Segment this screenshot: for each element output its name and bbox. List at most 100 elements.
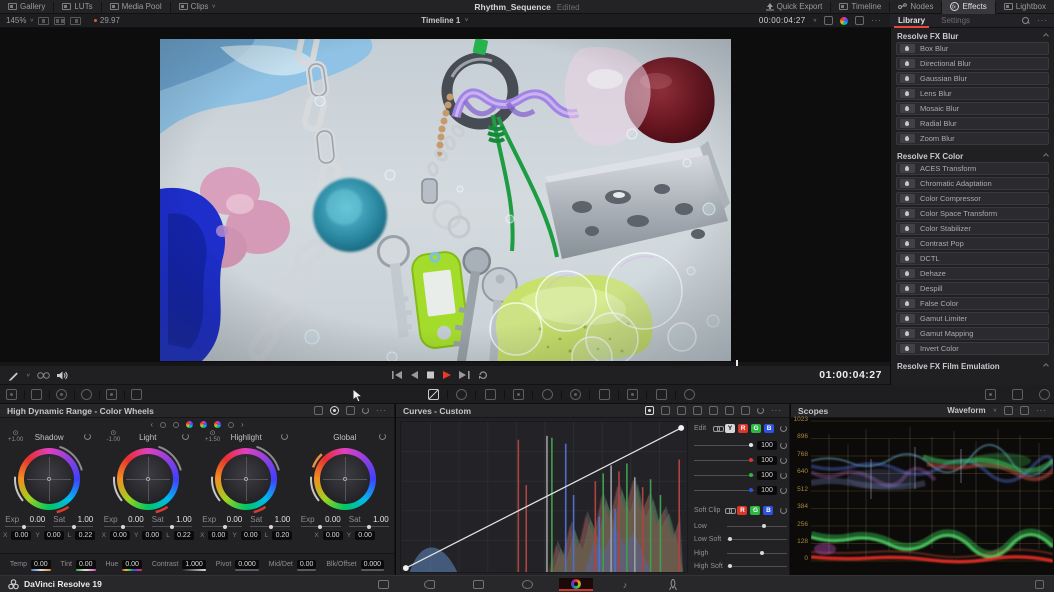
next-page-arrow[interactable]: › — [241, 420, 244, 429]
effect-item[interactable]: Chromatic Adaptation — [896, 177, 1049, 190]
exposure-mode-icon[interactable] — [330, 406, 339, 415]
prev-page-arrow[interactable]: ‹ — [150, 420, 153, 429]
reset-softclip-icon[interactable] — [780, 507, 787, 514]
viewer-zoom-select[interactable]: 145%∨ — [0, 14, 38, 28]
shadow-color-wheel[interactable] — [18, 448, 80, 510]
effect-item[interactable]: ACES Transform — [896, 162, 1049, 175]
channel-b-button[interactable]: B — [764, 424, 774, 433]
highlight-x-value[interactable]: 0.00 — [208, 531, 228, 540]
image-wipe-tool-icon[interactable] — [131, 389, 142, 400]
reset-wheel-icon[interactable] — [281, 433, 288, 440]
curve-editor-graph[interactable] — [400, 421, 688, 573]
effect-item[interactable]: Box Blur — [896, 42, 1049, 55]
nodes-panel-button[interactable]: Nodes — [890, 0, 941, 14]
reset-wheel-icon[interactable] — [182, 433, 189, 440]
reset-icon[interactable] — [780, 487, 787, 494]
contrast-control[interactable]: Contrast1.000 — [152, 559, 206, 571]
highlight-y-value[interactable]: 0.00 — [241, 531, 261, 540]
reset-wheel-icon[interactable] — [379, 433, 386, 440]
shadow-l-value[interactable]: 0.22 — [75, 531, 95, 540]
graph-view-icon[interactable] — [346, 406, 355, 415]
effect-item[interactable]: Lens Blur — [896, 87, 1049, 100]
low-soft-slider[interactable]: Low Soft — [694, 533, 787, 545]
light-exp-slider[interactable]: Exp0.00 — [104, 515, 144, 527]
page-fusion[interactable] — [510, 578, 544, 591]
mid-detail-control[interactable]: Mid/Det0.00 — [269, 559, 317, 571]
effect-item[interactable]: Color Space Transform — [896, 207, 1049, 220]
blue-gain-slider[interactable]: 100 — [694, 484, 787, 496]
softclip-b-button[interactable]: B — [763, 506, 773, 515]
reset-edit-icon[interactable] — [780, 425, 787, 432]
chevron-down-icon[interactable]: ∨ — [26, 372, 30, 378]
palette-blur-icon[interactable] — [599, 389, 610, 400]
effect-item[interactable]: Contrast Pop — [896, 237, 1049, 250]
global-y-value[interactable]: 0.00 — [355, 531, 375, 540]
light-color-wheel[interactable] — [117, 448, 179, 510]
fx-section-header-color[interactable]: Resolve FX Color — [891, 148, 1054, 162]
tab-settings[interactable]: Settings — [933, 14, 978, 28]
zoom-tool-icon[interactable] — [81, 389, 92, 400]
palette-stereo-icon[interactable] — [684, 389, 695, 400]
black-offset-control[interactable]: Blk/Offset0.000 — [326, 559, 384, 571]
library-options-menu[interactable]: ··· — [1037, 16, 1048, 25]
wipe-mode-single-icon[interactable] — [38, 17, 49, 25]
page-dot-wheels[interactable] — [214, 421, 221, 428]
page-deliver[interactable] — [656, 578, 690, 591]
effect-item[interactable]: Gamut Mapping — [896, 327, 1049, 340]
wipe-mode-box-icon[interactable] — [70, 17, 81, 25]
go-to-end-button[interactable] — [459, 371, 470, 379]
go-to-start-button[interactable] — [392, 371, 403, 379]
page-color[interactable] — [559, 578, 593, 591]
global-x-value[interactable]: 0.00 — [323, 531, 343, 540]
shadow-sat-slider[interactable]: Sat1.00 — [53, 515, 93, 527]
curve-sat-vs-sat-icon[interactable] — [725, 406, 734, 415]
temp-control[interactable]: Temp0.00 — [10, 559, 51, 571]
fx-section-header-film-emulation[interactable]: Resolve FX Film Emulation — [891, 358, 1054, 372]
channel-g-button[interactable]: G — [751, 424, 761, 433]
high-soft-slider[interactable]: High Soft — [694, 560, 787, 572]
global-color-wheel[interactable] — [314, 448, 376, 510]
curves-options-menu[interactable]: ··· — [771, 406, 782, 415]
scopes-panel-icon[interactable] — [1012, 389, 1023, 400]
curve-hue-vs-sat-icon[interactable] — [677, 406, 686, 415]
search-icon[interactable] — [1022, 17, 1030, 25]
viewer-timecode[interactable]: 00:00:04:27 — [759, 16, 806, 25]
annotation-pen-icon[interactable] — [8, 370, 19, 381]
effect-item[interactable]: Mosaic Blur — [896, 102, 1049, 115]
audio-mute-icon[interactable] — [57, 371, 68, 380]
page-fairlight[interactable]: ♪ — [608, 578, 642, 591]
fx-section-header-blur[interactable]: Resolve FX Blur — [891, 28, 1054, 42]
page-dot[interactable] — [228, 422, 234, 428]
palette-curves-icon[interactable] — [428, 389, 439, 400]
step-back-button[interactable] — [411, 371, 419, 379]
curve-hue-vs-hue-icon[interactable] — [661, 406, 670, 415]
global-sat-slider[interactable]: Sat1.00 — [349, 515, 389, 527]
effect-item[interactable]: DCTL — [896, 252, 1049, 265]
channel-r-button[interactable]: R — [738, 424, 748, 433]
reset-panel-icon[interactable] — [757, 407, 764, 414]
grab-still-tool-icon[interactable] — [6, 389, 17, 400]
light-l-value[interactable]: 0.22 — [174, 531, 194, 540]
keyframes-panel-icon[interactable] — [985, 389, 996, 400]
reset-panel-icon[interactable] — [362, 407, 369, 414]
quick-export-button[interactable]: Quick Export — [758, 0, 831, 14]
reset-icon[interactable] — [780, 442, 787, 449]
effect-item[interactable]: Gamut Limiter — [896, 312, 1049, 325]
scopes-options-menu[interactable]: ··· — [1036, 406, 1047, 415]
page-cut[interactable] — [412, 578, 446, 591]
softclip-g-button[interactable]: G — [750, 506, 760, 515]
split-screen-tool-icon[interactable] — [106, 389, 117, 400]
light-sat-slider[interactable]: Sat1.00 — [152, 515, 192, 527]
palette-hdr-icon[interactable] — [485, 389, 496, 400]
clips-button[interactable]: Clips∨ — [171, 0, 224, 14]
global-exp-slider[interactable]: Exp0.00 — [301, 515, 341, 527]
effects-panel-button[interactable]: fx Effects — [942, 0, 994, 14]
highlight-exp-slider[interactable]: Exp0.00 — [202, 515, 242, 527]
wipe-mode-split-icon[interactable] — [54, 17, 65, 25]
add-wheel-icon[interactable] — [314, 406, 323, 415]
palette-key-icon[interactable] — [627, 389, 638, 400]
link-channels-icon[interactable] — [713, 426, 722, 431]
effect-item[interactable]: Zoom Blur — [896, 132, 1049, 145]
page-media[interactable] — [366, 578, 400, 591]
play-button[interactable] — [443, 371, 451, 379]
